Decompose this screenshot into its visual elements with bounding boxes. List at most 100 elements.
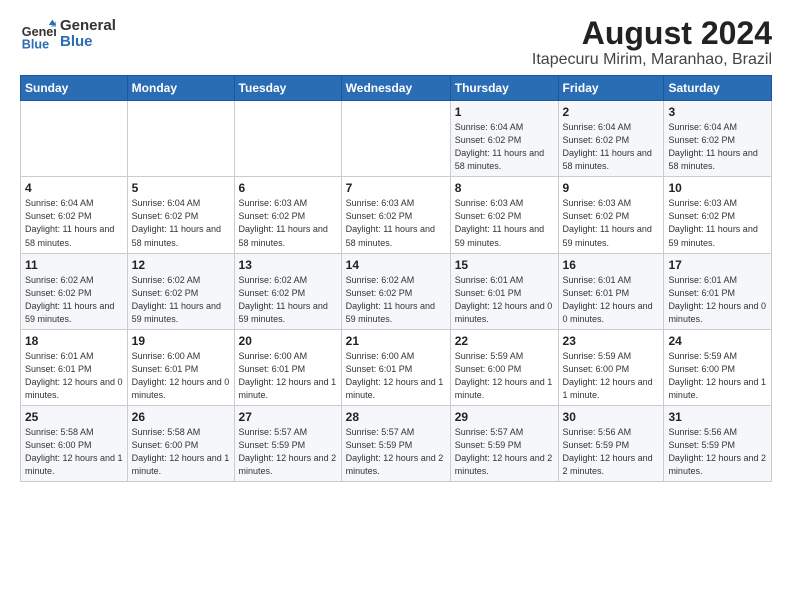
page-title: August 2024 <box>532 16 772 51</box>
day-info: Sunrise: 6:03 AM Sunset: 6:02 PM Dayligh… <box>563 197 660 249</box>
calendar-header-row: SundayMondayTuesdayWednesdayThursdayFrid… <box>21 76 772 101</box>
calendar-cell: 25Sunrise: 5:58 AM Sunset: 6:00 PM Dayli… <box>21 405 128 481</box>
calendar-cell <box>21 101 128 177</box>
day-info: Sunrise: 6:02 AM Sunset: 6:02 PM Dayligh… <box>346 274 446 326</box>
calendar-cell <box>234 101 341 177</box>
calendar-cell: 18 Sunrise: 6:01 AM Sunset: 6:01 PM Dayli… <box>21 329 128 405</box>
calendar-cell: 21 Sunrise: 6:00 AM Sunset: 6:01 PM Dayli… <box>341 329 450 405</box>
day-info: Sunrise: 6:01 AM Sunset: 6:01 PM Dayligh… <box>563 274 660 326</box>
day-info: Sunrise: 6:01 AM Sunset: 6:01 PM Dayligh… <box>668 274 767 326</box>
day-info: Sunrise: 6:02 AM Sunset: 6:02 PM Dayligh… <box>25 274 123 326</box>
day-info: Sunrise: 5:57 AM Sunset: 5:59 PM Dayligh… <box>239 426 337 478</box>
calendar-week-row: 4 Sunrise: 6:04 AM Sunset: 6:02 PM Daylig… <box>21 177 772 253</box>
day-info: Sunrise: 5:59 AM Sunset: 6:00 PM Dayligh… <box>563 350 660 402</box>
calendar-cell: 27 Sunrise: 5:57 AM Sunset: 5:59 PM Dayli… <box>234 405 341 481</box>
calendar-cell: 17 Sunrise: 6:01 AM Sunset: 6:01 PM Dayli… <box>664 253 772 329</box>
day-number: 8 <box>455 181 554 195</box>
day-info: Sunrise: 5:58 AM Sunset: 6:00 PM Dayligh… <box>132 426 230 478</box>
day-info: Sunrise: 5:59 AM Sunset: 6:00 PM Dayligh… <box>668 350 767 402</box>
day-info: Sunrise: 6:02 AM Sunset: 6:02 PM Dayligh… <box>239 274 337 326</box>
calendar-cell: 29 Sunrise: 5:57 AM Sunset: 5:59 PM Dayli… <box>450 405 558 481</box>
day-number: 20 <box>239 334 337 348</box>
logo-icon: General Blue <box>20 16 56 52</box>
day-number: 27 <box>239 410 337 424</box>
calendar-cell: 22Sunrise: 5:59 AM Sunset: 6:00 PM Dayli… <box>450 329 558 405</box>
weekday-header: Wednesday <box>341 76 450 101</box>
day-info: Sunrise: 6:00 AM Sunset: 6:01 PM Dayligh… <box>346 350 446 402</box>
day-number: 6 <box>239 181 337 195</box>
day-info: Sunrise: 6:00 AM Sunset: 6:01 PM Dayligh… <box>239 350 337 402</box>
day-number: 3 <box>668 105 767 119</box>
day-info: Sunrise: 5:56 AM Sunset: 5:59 PM Dayligh… <box>563 426 660 478</box>
day-number: 25 <box>25 410 123 424</box>
calendar-cell: 20 Sunrise: 6:00 AM Sunset: 6:01 PM Dayli… <box>234 329 341 405</box>
calendar-cell: 14 Sunrise: 6:02 AM Sunset: 6:02 PM Dayli… <box>341 253 450 329</box>
day-info: Sunrise: 6:04 AM Sunset: 6:02 PM Dayligh… <box>25 197 123 249</box>
day-info: Sunrise: 6:01 AM Sunset: 6:01 PM Dayligh… <box>25 350 123 402</box>
calendar-cell: 24 Sunrise: 5:59 AM Sunset: 6:00 PM Dayli… <box>664 329 772 405</box>
day-number: 22 <box>455 334 554 348</box>
calendar-cell: 12Sunrise: 6:02 AM Sunset: 6:02 PM Dayli… <box>127 253 234 329</box>
page-subtitle: Itapecuru Mirim, Maranhao, Brazil <box>532 51 772 69</box>
day-number: 21 <box>346 334 446 348</box>
day-info: Sunrise: 5:57 AM Sunset: 5:59 PM Dayligh… <box>455 426 554 478</box>
page: General Blue General Blue August 2024 It… <box>0 0 792 492</box>
day-number: 14 <box>346 258 446 272</box>
day-info: Sunrise: 6:04 AM Sunset: 6:02 PM Dayligh… <box>668 121 767 173</box>
day-info: Sunrise: 6:03 AM Sunset: 6:02 PM Dayligh… <box>239 197 337 249</box>
calendar-cell: 15Sunrise: 6:01 AM Sunset: 6:01 PM Dayli… <box>450 253 558 329</box>
day-number: 29 <box>455 410 554 424</box>
calendar-cell: 30 Sunrise: 5:56 AM Sunset: 5:59 PM Dayli… <box>558 405 664 481</box>
calendar-cell: 13 Sunrise: 6:02 AM Sunset: 6:02 PM Dayli… <box>234 253 341 329</box>
day-number: 11 <box>25 258 123 272</box>
header: General Blue General Blue August 2024 It… <box>20 16 772 69</box>
calendar-cell: 23 Sunrise: 5:59 AM Sunset: 6:00 PM Dayli… <box>558 329 664 405</box>
day-number: 10 <box>668 181 767 195</box>
calendar-cell <box>127 101 234 177</box>
weekday-header: Friday <box>558 76 664 101</box>
day-info: Sunrise: 6:03 AM Sunset: 6:02 PM Dayligh… <box>346 197 446 249</box>
day-number: 18 <box>25 334 123 348</box>
calendar-cell: 1Sunrise: 6:04 AM Sunset: 6:02 PM Daylig… <box>450 101 558 177</box>
day-number: 1 <box>455 105 554 119</box>
weekday-header: Sunday <box>21 76 128 101</box>
day-number: 19 <box>132 334 230 348</box>
day-number: 31 <box>668 410 767 424</box>
calendar-cell: 6 Sunrise: 6:03 AM Sunset: 6:02 PM Daylig… <box>234 177 341 253</box>
day-number: 12 <box>132 258 230 272</box>
day-number: 2 <box>563 105 660 119</box>
day-number: 23 <box>563 334 660 348</box>
calendar-cell: 10 Sunrise: 6:03 AM Sunset: 6:02 PM Dayli… <box>664 177 772 253</box>
calendar-cell <box>341 101 450 177</box>
calendar-cell: 7 Sunrise: 6:03 AM Sunset: 6:02 PM Daylig… <box>341 177 450 253</box>
calendar-cell: 11 Sunrise: 6:02 AM Sunset: 6:02 PM Dayli… <box>21 253 128 329</box>
calendar-cell: 4 Sunrise: 6:04 AM Sunset: 6:02 PM Daylig… <box>21 177 128 253</box>
svg-text:Blue: Blue <box>22 37 49 51</box>
weekday-header: Thursday <box>450 76 558 101</box>
day-number: 24 <box>668 334 767 348</box>
weekday-header: Monday <box>127 76 234 101</box>
day-number: 4 <box>25 181 123 195</box>
logo-line2: Blue <box>60 34 116 51</box>
day-number: 30 <box>563 410 660 424</box>
title-block: August 2024 Itapecuru Mirim, Maranhao, B… <box>532 16 772 69</box>
weekday-header: Tuesday <box>234 76 341 101</box>
day-info: Sunrise: 5:57 AM Sunset: 5:59 PM Dayligh… <box>346 426 446 478</box>
weekday-header: Saturday <box>664 76 772 101</box>
day-number: 7 <box>346 181 446 195</box>
day-number: 5 <box>132 181 230 195</box>
calendar-cell: 28Sunrise: 5:57 AM Sunset: 5:59 PM Dayli… <box>341 405 450 481</box>
day-info: Sunrise: 6:03 AM Sunset: 6:02 PM Dayligh… <box>668 197 767 249</box>
calendar-cell: 26 Sunrise: 5:58 AM Sunset: 6:00 PM Dayli… <box>127 405 234 481</box>
day-number: 26 <box>132 410 230 424</box>
calendar-week-row: 1 Sunrise: 6:04 AM Sunset: 6:02 PM Daylig… <box>21 101 772 177</box>
day-number: 13 <box>239 258 337 272</box>
day-number: 15 <box>455 258 554 272</box>
day-info: Sunrise: 6:04 AM Sunset: 6:02 PM Dayligh… <box>563 121 660 173</box>
calendar-cell: 16Sunrise: 6:01 AM Sunset: 6:01 PM Dayli… <box>558 253 664 329</box>
day-number: 17 <box>668 258 767 272</box>
calendar-cell: 2 Sunrise: 6:04 AM Sunset: 6:02 PM Daylig… <box>558 101 664 177</box>
calendar-cell: 31Sunrise: 5:56 AM Sunset: 5:59 PM Dayli… <box>664 405 772 481</box>
calendar-cell: 3 Sunrise: 6:04 AM Sunset: 6:02 PM Daylig… <box>664 101 772 177</box>
day-info: Sunrise: 6:04 AM Sunset: 6:02 PM Dayligh… <box>132 197 230 249</box>
